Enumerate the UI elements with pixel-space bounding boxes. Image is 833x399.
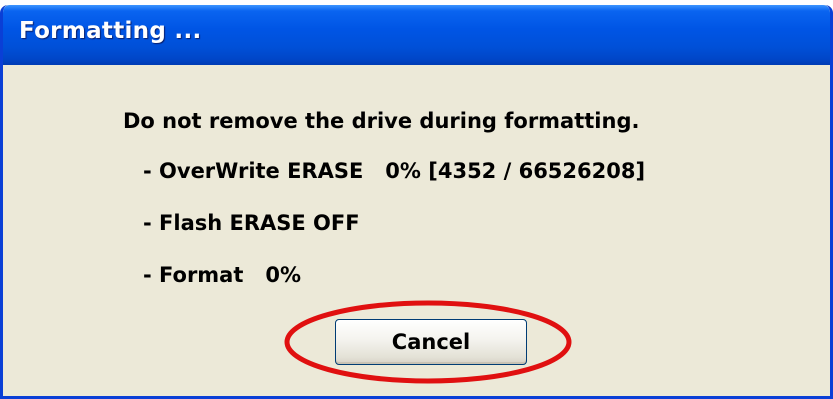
warning-message: Do not remove the drive during formattin… (123, 109, 640, 133)
title-bar[interactable]: Formatting ... (3, 5, 830, 65)
cancel-button[interactable]: Cancel (335, 319, 527, 365)
formatting-dialog: Formatting ... Do not remove the drive d… (0, 5, 833, 399)
overwrite-erase-status: - OverWrite ERASE 0% [4352 / 66526208] (143, 159, 646, 183)
format-status: - Format 0% (143, 263, 301, 287)
flash-erase-status: - Flash ERASE OFF (143, 211, 360, 235)
window-title: Formatting ... (19, 18, 202, 44)
